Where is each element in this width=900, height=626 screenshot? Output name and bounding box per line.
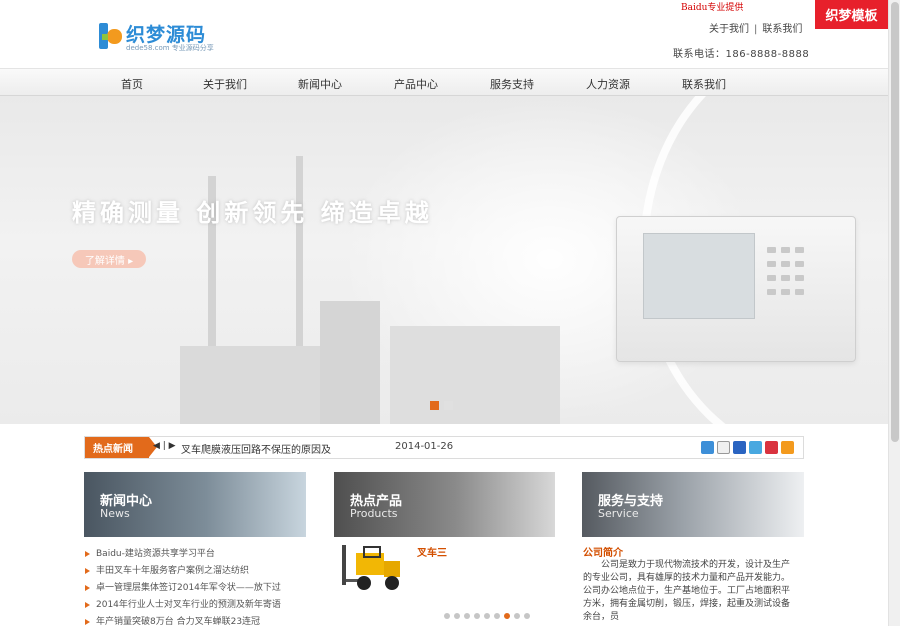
device-key: [767, 289, 776, 295]
top-link-separator: |: [754, 24, 758, 35]
product-item-title[interactable]: 叉车三: [417, 544, 447, 559]
site-header: 织梦源码 dede58.com 专业源码分享 Baidu专业提供 关于我们 | 联系…: [0, 0, 888, 68]
product-pager-dot[interactable]: [494, 613, 500, 619]
banner-slogan: 精确测量 创新领先 缔造卓越: [72, 199, 433, 227]
products-header[interactable]: 热点产品 Products: [334, 472, 555, 537]
products-header-subtitle: Products: [350, 507, 398, 520]
product-pager-dot[interactable]: [514, 613, 520, 619]
device-key: [795, 247, 804, 253]
service-header[interactable]: 服务与支持 Service: [582, 472, 804, 537]
banner-detail-button[interactable]: 了解详情 ▸: [72, 250, 146, 268]
logo-mark-icon: [99, 23, 122, 49]
product-pager-dot[interactable]: [474, 613, 480, 619]
nav-item-news[interactable]: 新闻中心: [298, 76, 342, 92]
logo-subtitle: dede58.com 专业源码分享: [126, 44, 214, 52]
device-key: [767, 261, 776, 267]
device-key: [767, 247, 776, 253]
hot-news-title[interactable]: 叉车爬膜液压回路不保压的原因及: [181, 441, 331, 456]
slide-dot-1[interactable]: [430, 401, 439, 410]
forklift-product-image[interactable]: [340, 543, 412, 595]
banner-device: [616, 216, 856, 362]
nav-item-about[interactable]: 关于我们: [203, 76, 247, 92]
contact-phone: 联系电话：186-8888-8888: [673, 49, 810, 60]
nav-item-home[interactable]: 首页: [121, 76, 143, 92]
news-list-item[interactable]: 年产销量突破8万台 合力叉车蝉联23连冠: [84, 614, 306, 626]
product-pager-dot[interactable]: [524, 613, 530, 619]
hot-news-label: 热点新闻: [85, 437, 149, 458]
hero-banner[interactable]: 精确测量 创新领先 缔造卓越 了解详情 ▸: [0, 96, 888, 424]
site-logo[interactable]: 织梦源码 dede58.com 专业源码分享: [98, 18, 214, 54]
service-header-subtitle: Service: [598, 507, 639, 520]
device-key: [781, 275, 790, 281]
news-list-item[interactable]: Baidu-建站资源共享学习平台: [84, 546, 306, 563]
kaixin-icon[interactable]: [765, 441, 778, 454]
banner-plant: [390, 326, 560, 424]
nav-item-products[interactable]: 产品中心: [394, 76, 438, 92]
top-link-contact[interactable]: 联系我们: [762, 24, 802, 35]
banner-cooling-tower: [320, 301, 380, 424]
weibo-icon[interactable]: [749, 441, 762, 454]
news-list-item[interactable]: 2014年行业人士对叉车行业的预测及新年寄语: [84, 597, 306, 614]
device-key: [795, 275, 804, 281]
hot-news-bar: 热点新闻 ◀ | ▶ 叉车爬膜液压回路不保压的原因及 2014-01-26: [84, 436, 804, 459]
product-pager-dot[interactable]: [504, 613, 510, 619]
scrollbar-thumb[interactable]: [891, 2, 899, 442]
page-scrollbar[interactable]: [888, 0, 900, 626]
about-text: 公司是致力于现代物流技术的开发，设计及生产的专业公司，具有雄厚的技术力量和产品开…: [583, 560, 791, 622]
nav-item-hr[interactable]: 人力资源: [586, 76, 630, 92]
hot-news-date: 2014-01-26: [395, 441, 454, 452]
device-key: [781, 261, 790, 267]
top-link-about[interactable]: 关于我们: [709, 24, 749, 35]
product-pager-dot[interactable]: [464, 613, 470, 619]
plus-icon[interactable]: [781, 441, 794, 454]
device-key: [781, 289, 790, 295]
baidu-tag[interactable]: Baidu专业提供: [681, 0, 743, 13]
product-pager-dot[interactable]: [454, 613, 460, 619]
news-list: Baidu-建站资源共享学习平台 丰田叉车十年服务客户案例之溜达纺织 卓一管理层…: [84, 546, 306, 626]
device-screen: [643, 233, 755, 319]
top-links: 关于我们 | 联系我们: [709, 20, 802, 35]
nav-item-contact[interactable]: 联系我们: [682, 76, 726, 92]
hot-news-controls[interactable]: ◀ | ▶: [153, 441, 176, 451]
camera-icon[interactable]: [717, 441, 730, 454]
banner-chimney: [296, 156, 303, 356]
product-pager-dot[interactable]: [444, 613, 450, 619]
qzone-icon[interactable]: [701, 441, 714, 454]
nav-item-service[interactable]: 服务支持: [490, 76, 534, 92]
product-pager-dot[interactable]: [484, 613, 490, 619]
device-key: [795, 261, 804, 267]
device-key: [767, 275, 776, 281]
about-title[interactable]: 公司简介: [583, 544, 623, 559]
dede-template-badge[interactable]: 织梦模板: [815, 0, 888, 29]
renren-icon[interactable]: [733, 441, 746, 454]
slide-dot-2[interactable]: [444, 401, 453, 410]
device-key: [781, 247, 790, 253]
main-nav: 首页 关于我们 新闻中心 产品中心 服务支持 人力资源 联系我们: [0, 68, 888, 96]
news-header[interactable]: 新闻中心 News: [84, 472, 306, 537]
device-key: [795, 289, 804, 295]
news-list-item[interactable]: 卓一管理层集体签订2014年军令状——放下过: [84, 580, 306, 597]
news-list-item[interactable]: 丰田叉车十年服务客户案例之溜达纺织: [84, 563, 306, 580]
banner-plant: [180, 346, 330, 424]
news-header-subtitle: News: [100, 507, 130, 520]
